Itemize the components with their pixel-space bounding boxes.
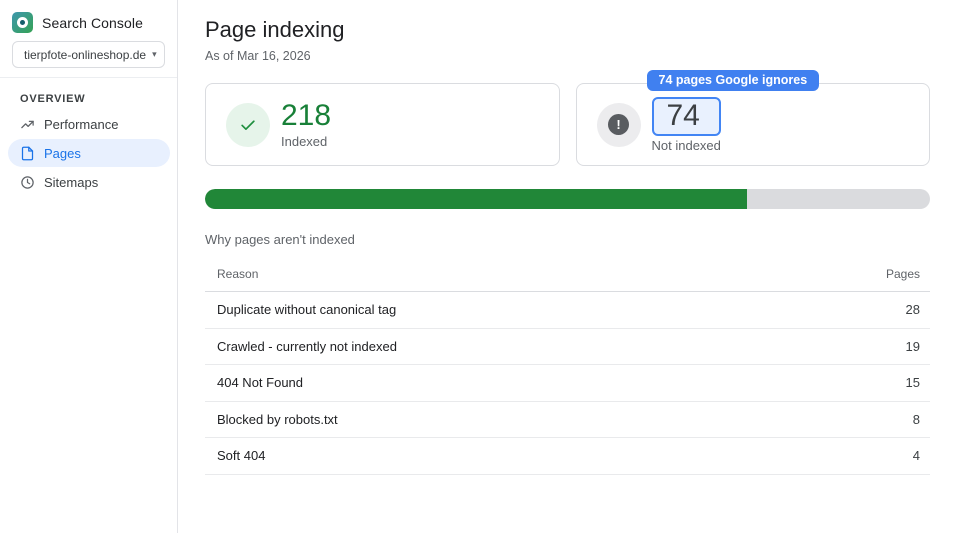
reason-cell: Crawled - currently not indexed <box>217 338 397 354</box>
as-of-date: As of Mar 16, 2026 <box>205 49 311 63</box>
not-indexed-card[interactable]: 74 pages Google ignores ! 74 Not indexed <box>575 70 930 166</box>
pages-cell: 19 <box>905 338 920 354</box>
column-header-pages: Pages <box>885 267 920 281</box>
sidebar-header: Search Console tierpfote-onlineshop.de ▾ <box>0 0 177 78</box>
search-console-logo-icon <box>12 12 33 33</box>
reasons-table-body: Duplicate without canonical tag 28 Crawl… <box>205 292 930 475</box>
reason-cell: 404 Not Found <box>217 375 304 391</box>
check-icon <box>241 119 255 130</box>
chevron-down-icon: ▾ <box>152 49 157 59</box>
sidebar-nav: Performance Pages Sitemaps <box>0 110 177 196</box>
summary-cards: 218 Indexed 74 pages Google ignores ! 74… <box>205 70 930 166</box>
pages-cell: 8 <box>912 411 920 427</box>
sidebar-item-performance[interactable]: Performance <box>8 110 170 138</box>
column-header-reason: Reason <box>217 267 259 281</box>
sidebar-item-sitemaps[interactable]: Sitemaps <box>8 168 170 196</box>
performance-icon <box>21 120 34 128</box>
page-title: Page indexing <box>205 17 345 42</box>
sidebar-section-label: OVERVIEW <box>20 93 86 105</box>
property-selector[interactable]: tierpfote-onlineshop.de ▾ <box>12 41 165 68</box>
pages-cell: 4 <box>912 448 920 464</box>
annotation-badge: 74 pages Google ignores <box>646 70 820 91</box>
sidebar: Search Console tierpfote-onlineshop.de ▾… <box>0 0 178 533</box>
table-row[interactable]: Soft 404 4 <box>205 438 930 475</box>
pages-icon <box>21 146 34 160</box>
check-circle <box>226 102 270 147</box>
indexed-count: 218 <box>281 99 332 132</box>
table-row[interactable]: Duplicate without canonical tag 28 <box>205 292 930 329</box>
sidebar-item-pages[interactable]: Pages <box>8 139 170 167</box>
reasons-table-title: Why pages aren't indexed <box>205 232 355 247</box>
pages-cell: 28 <box>905 302 920 318</box>
exclamation-circle: ! <box>596 102 641 147</box>
indexing-progress-bar <box>205 189 930 209</box>
property-selector-value: tierpfote-onlineshop.de <box>24 47 147 62</box>
app-title: Search Console <box>42 14 144 31</box>
sidebar-item-label: Pages <box>44 145 81 161</box>
main-content: Page indexing As of Mar 16, 2026 218 Ind… <box>178 0 960 533</box>
sitemaps-icon <box>21 175 34 189</box>
not-indexed-label: Not indexed <box>651 137 721 153</box>
not-indexed-count: 74 <box>666 98 700 132</box>
sidebar-item-label: Sitemaps <box>44 174 99 190</box>
indexed-label: Indexed <box>281 134 328 149</box>
reasons-table: Reason Pages Duplicate without canonical… <box>205 259 930 475</box>
table-row[interactable]: 404 Not Found 15 <box>205 365 930 402</box>
indexing-progress-fill <box>205 189 748 209</box>
exclamation-icon: ! <box>608 114 629 135</box>
pages-cell: 15 <box>905 375 920 391</box>
brand: Search Console <box>12 12 165 33</box>
reason-cell: Duplicate without canonical tag <box>217 302 397 318</box>
not-indexed-highlight-box: 74 <box>651 96 721 136</box>
sidebar-item-label: Performance <box>44 116 119 132</box>
table-row[interactable]: Blocked by robots.txt 8 <box>205 402 930 438</box>
table-row[interactable]: Crawled - currently not indexed 19 <box>205 329 930 365</box>
reason-cell: Soft 404 <box>217 448 266 464</box>
reasons-table-header: Reason Pages <box>205 259 930 292</box>
reason-cell: Blocked by robots.txt <box>217 411 338 427</box>
indexed-card[interactable]: 218 Indexed <box>205 83 560 166</box>
search-console-app: Search Console tierpfote-onlineshop.de ▾… <box>0 0 960 533</box>
